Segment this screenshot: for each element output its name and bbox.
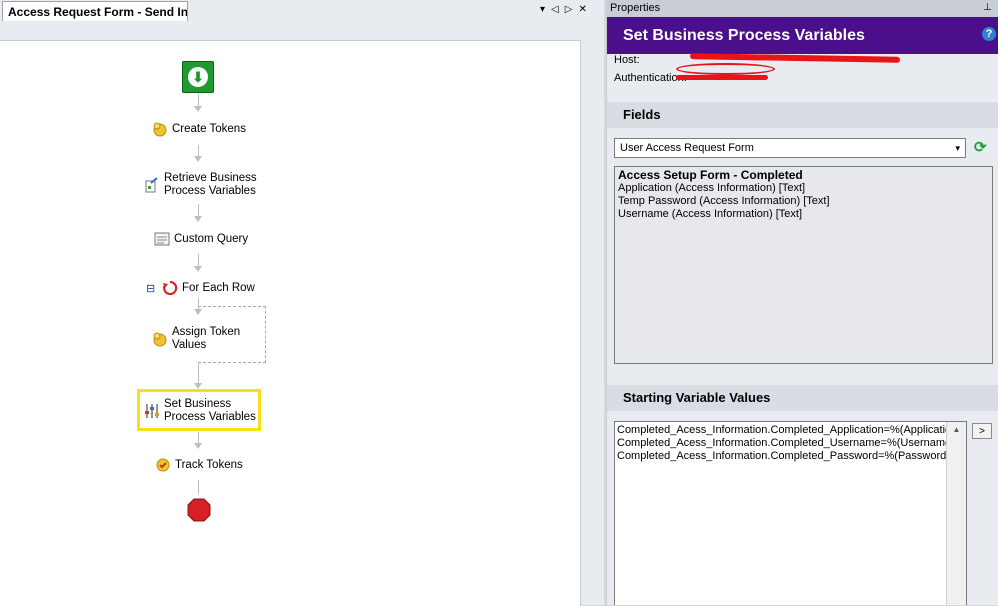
token-icon [153, 122, 167, 137]
variable-line: Completed_Acess_Information.Completed_Pa… [617, 450, 950, 462]
document-tab[interactable]: Access Request Form - Send In... [2, 1, 188, 21]
down-arrow-icon: ⬇ [188, 67, 208, 87]
starting-variables-textarea[interactable]: Completed_Acess_Information.Completed_Ap… [614, 421, 967, 605]
collapse-toggle[interactable]: ⊟ [146, 282, 155, 295]
tab-next-icon[interactable]: ▷ [565, 4, 573, 18]
tab-prev-icon[interactable]: ◁ [551, 4, 559, 18]
retrieve-icon [145, 177, 158, 193]
properties-titlebar: Properties ⊥ [606, 0, 998, 17]
query-icon [154, 232, 170, 246]
track-tokens-node[interactable]: Track Tokens [155, 457, 243, 473]
create-tokens-node[interactable]: Create Tokens [152, 121, 246, 137]
start-node[interactable]: ⬇ [182, 61, 214, 93]
refresh-icon[interactable]: ⟳ [974, 140, 990, 156]
custom-query-node[interactable]: Custom Query [154, 231, 248, 247]
variable-line: Completed_Acess_Information.Completed_Us… [617, 437, 955, 449]
node-label: Assign Token Values [172, 326, 241, 351]
node-label: Retrieve Business Process Variables [164, 172, 257, 197]
token-icon [153, 332, 167, 347]
node-label: Create Tokens [172, 122, 246, 135]
variable-line: Completed_Acess_Information.Completed_Ap… [617, 424, 961, 436]
chevron-down-icon: ▾ [955, 143, 960, 153]
workflow-canvas[interactable] [0, 40, 581, 606]
starting-variables-section-header: Starting Variable Values [607, 385, 998, 411]
node-label: For Each Row [182, 281, 255, 294]
for-each-row-node[interactable]: For Each Row [162, 280, 255, 296]
sliders-icon [145, 404, 159, 418]
node-label: Track Tokens [175, 458, 243, 471]
connector-arrow [194, 156, 202, 162]
tab-controls: ▾ ◁ ▷ ✕ [540, 4, 600, 18]
connector-arrow [194, 266, 202, 272]
scroll-up-icon[interactable]: ▲ [947, 422, 966, 438]
insert-field-button[interactable]: > [972, 423, 992, 439]
fields-list[interactable]: Access Setup Form - Completed Applicatio… [614, 166, 993, 364]
loop-icon [163, 280, 178, 296]
connector-arrow [194, 443, 202, 449]
list-item[interactable]: Temp Password (Access Information) [Text… [618, 195, 989, 208]
properties-header: Set Business Process Variables [607, 17, 998, 54]
redaction-mark [676, 63, 775, 75]
tab-dropdown-icon[interactable]: ▾ [540, 4, 545, 18]
list-item[interactable]: Username (Access Information) [Text] [618, 208, 989, 221]
canvas-scroll-area[interactable] [581, 40, 603, 605]
pin-icon[interactable]: ⊥ [983, 0, 992, 16]
host-label: Host: [614, 54, 640, 66]
stop-node[interactable] [187, 498, 211, 522]
retrieve-variables-node[interactable]: Retrieve Business Process Variables [144, 172, 257, 198]
fields-group-title: Access Setup Form - Completed [618, 168, 803, 182]
track-token-icon [156, 458, 170, 472]
fields-dropdown[interactable]: User Access Request Form ▾ [614, 138, 966, 158]
properties-title: Properties [610, 2, 661, 14]
connector-arrow [194, 106, 202, 112]
set-variables-node[interactable]: Set Business Process Variables [144, 398, 256, 424]
assign-token-values-node[interactable]: Assign Token Values [152, 326, 240, 352]
node-label: Set Business Process Variables [164, 398, 256, 423]
redaction-mark [676, 75, 768, 80]
connector-arrow [194, 216, 202, 222]
help-icon[interactable]: ? [982, 27, 996, 41]
node-label: Custom Query [174, 232, 249, 245]
list-item[interactable]: Application (Access Information) [Text] [618, 182, 989, 195]
tab-close-icon[interactable]: ✕ [578, 4, 586, 18]
variables-scrollbar[interactable]: ▲ [946, 422, 966, 605]
fields-section-header: Fields [607, 102, 998, 128]
fields-dropdown-value: User Access Request Form [620, 142, 754, 154]
connector [198, 480, 199, 494]
